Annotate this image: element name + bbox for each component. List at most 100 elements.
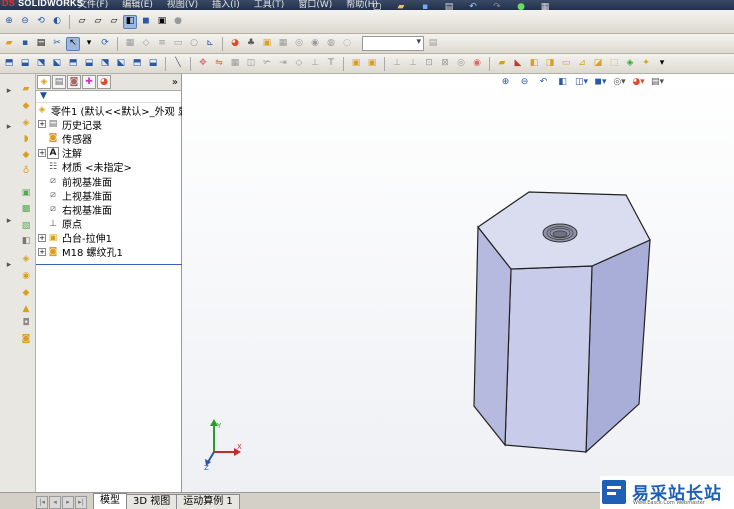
appearance-icon[interactable]: ◕: [228, 37, 242, 51]
options-icon[interactable]: ▦: [538, 0, 552, 10]
previous-view-icon[interactable]: ◐: [50, 15, 64, 29]
expand-icon[interactable]: +: [38, 120, 46, 129]
tree-root-part[interactable]: ◈ 零件1 (默认<<默认>_外观 显: [36, 103, 188, 118]
tree-item-right-plane[interactable]: ⧄ 右视基准面: [36, 202, 181, 217]
evaluate-tools-icon[interactable]: ◪: [591, 57, 605, 71]
solidworks-logo[interactable]: DS SOLIDWORKS: [2, 0, 83, 8]
spline-tool-icon[interactable]: ◆: [19, 148, 33, 162]
wireframe-icon[interactable]: ▱: [75, 15, 89, 29]
expand-icon[interactable]: +: [38, 247, 46, 256]
scene-icon[interactable]: ♣: [244, 37, 258, 51]
mirror-tool-icon[interactable]: ▧: [19, 219, 33, 233]
graphics-area[interactable]: ⊕ ⊖ ↶ ◧ ◫▾ ◼▾ ◎▾ ◕▾ ▤▾ Y X Z: [182, 74, 734, 492]
convert-tool-icon[interactable]: ◈: [19, 252, 33, 266]
circle-icon[interactable]: ○: [187, 37, 201, 51]
line-tool-icon[interactable]: ◈: [19, 116, 33, 130]
display-states-icon[interactable]: ▣: [260, 37, 274, 51]
scroll-arrow-icon[interactable]: ▸: [2, 84, 16, 98]
surfaces-icon[interactable]: ◨: [543, 57, 557, 71]
select-cursor-icon[interactable]: ↖: [66, 36, 80, 51]
render-icon[interactable]: ◉: [308, 37, 322, 51]
sketch-tool-icon[interactable]: ▰: [19, 82, 33, 96]
filter-icon[interactable]: ▼: [36, 91, 181, 103]
menu-insert[interactable]: 插入(I): [212, 0, 240, 10]
rectangle-icon[interactable]: ▭: [171, 37, 185, 51]
quick-snaps-icon[interactable]: ⊡: [422, 57, 436, 71]
rapid-sketch-icon[interactable]: ⊠: [438, 57, 452, 71]
shaded-icon[interactable]: ◼: [139, 15, 153, 29]
sketch-icon[interactable]: ▦: [123, 37, 137, 51]
relation-icon[interactable]: ⊥: [308, 57, 322, 71]
shell-icon[interactable]: ⬒: [130, 57, 144, 71]
smart-dim-icon[interactable]: ◆: [19, 99, 33, 113]
curves-icon[interactable]: ▣: [365, 57, 379, 71]
offset-icon[interactable]: ◫: [244, 57, 258, 71]
scroll-arrow-icon[interactable]: ▸: [2, 214, 16, 228]
tree-item-history[interactable]: + ▤ 历史记录: [36, 117, 181, 132]
extend-icon[interactable]: ⇥: [276, 57, 290, 71]
extrude-cut-icon[interactable]: ⬒: [66, 57, 80, 71]
tab-motion-study[interactable]: 运动算例 1: [176, 494, 240, 509]
shaded-with-edges-icon[interactable]: ◧: [123, 14, 137, 29]
lights-icon[interactable]: ◌: [340, 37, 354, 51]
sweep-icon[interactable]: ⬔: [34, 57, 48, 71]
tree-item-boss-extrude[interactable]: + ▣ 凸台-拉伸1: [36, 231, 181, 245]
convert-icon[interactable]: ◇: [292, 57, 306, 71]
dimxpert-icon[interactable]: ⊿: [575, 57, 589, 71]
menu-file[interactable]: 文件(F): [78, 0, 108, 10]
measure-icon[interactable]: ⊤: [324, 57, 338, 71]
trim-icon[interactable]: ✃: [260, 57, 274, 71]
perspective-icon[interactable]: ●: [171, 15, 185, 29]
save-file-icon[interactable]: ▪: [18, 37, 32, 51]
tree-item-annotations[interactable]: + A 注解: [36, 146, 181, 160]
menu-edit[interactable]: 编辑(E): [122, 0, 153, 10]
rotate-view-icon[interactable]: ⟲: [34, 15, 48, 29]
weldments-icon[interactable]: ◣: [511, 57, 525, 71]
grid-icon[interactable]: ▦: [276, 37, 290, 51]
last-tab-icon[interactable]: ▸|: [75, 496, 87, 509]
instant3d-icon[interactable]: ◎: [454, 57, 468, 71]
repair-sketch-icon[interactable]: ⊥: [406, 57, 420, 71]
chevron-down-icon[interactable]: ▾: [655, 57, 669, 71]
save-icon[interactable]: ▪: [418, 0, 432, 10]
loft-icon[interactable]: ⬕: [50, 57, 64, 71]
trim-tool-icon[interactable]: ◉: [19, 269, 33, 283]
hidden-lines-visible-icon[interactable]: ▱: [91, 15, 105, 29]
tree-item-front-plane[interactable]: ⧄ 前视基准面: [36, 174, 181, 189]
sketch-line-icon[interactable]: ╲: [171, 57, 185, 71]
zoom-to-fit-icon[interactable]: ⊕: [2, 15, 16, 29]
revolve-cut-icon[interactable]: ⬓: [82, 57, 96, 71]
sketch-tools-icon[interactable]: ⬚: [607, 57, 621, 71]
cut-icon[interactable]: ✂: [50, 37, 64, 51]
open-icon[interactable]: ▰: [2, 37, 16, 51]
print-icon[interactable]: ▤: [442, 0, 456, 10]
photo-icon[interactable]: ◎: [292, 37, 306, 51]
office-products-icon[interactable]: ◈: [623, 57, 637, 71]
menu-window[interactable]: 窗口(W): [298, 0, 332, 10]
hex-standoff-model[interactable]: [182, 74, 734, 492]
print-file-icon[interactable]: ▤: [34, 37, 48, 51]
tree-item-top-plane[interactable]: ⧄ 上视基准面: [36, 188, 181, 203]
rebuild-icon[interactable]: ●: [514, 0, 528, 10]
next-tab-icon[interactable]: ▸: [62, 496, 74, 509]
chevron-down-icon[interactable]: ▾: [82, 37, 96, 51]
redo-icon[interactable]: ↷: [490, 0, 504, 10]
property-manager-tab-icon[interactable]: ▤: [52, 75, 66, 89]
mirror-icon[interactable]: ⇋: [212, 57, 226, 71]
tree-item-sensors[interactable]: ◙ 传感器: [36, 131, 181, 146]
rebuild-part-icon[interactable]: ⟳: [98, 37, 112, 51]
undo-icon[interactable]: ↶: [466, 0, 480, 10]
zoom-area-icon[interactable]: ⊖: [18, 15, 32, 29]
direct-editing-icon[interactable]: ▭: [559, 57, 573, 71]
pattern-tool-icon[interactable]: ▲: [19, 302, 33, 316]
line-icon[interactable]: ≡: [155, 37, 169, 51]
dimxpert-tab-icon[interactable]: ✚: [82, 75, 96, 89]
fillet-icon[interactable]: ⬔: [98, 57, 112, 71]
tab-model[interactable]: 模型: [93, 493, 127, 509]
chamfer-icon[interactable]: ⬕: [114, 57, 128, 71]
feature-tree-tab-icon[interactable]: ◈: [37, 75, 51, 89]
arc-tool-icon[interactable]: ◗: [19, 132, 33, 146]
expand-icon[interactable]: +: [38, 233, 46, 242]
scroll-arrow-icon[interactable]: ▸: [2, 120, 16, 134]
properties-icon[interactable]: ▤: [426, 37, 440, 51]
